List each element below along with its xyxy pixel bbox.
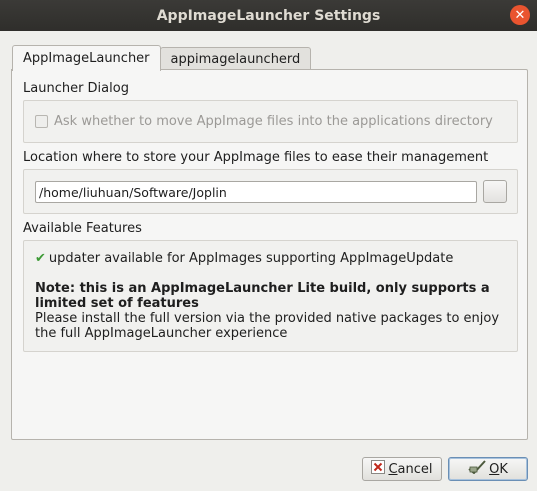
- move-files-checkbox-label: Ask whether to move AppImage files into …: [54, 114, 493, 129]
- location-heading: Location where to store your AppImage fi…: [23, 150, 489, 165]
- features-text: ✔ updater available for AppImages support…: [35, 251, 510, 341]
- ok-icon: [468, 460, 486, 478]
- feature-item: ✔ updater available for AppImages support…: [35, 251, 510, 266]
- ok-button[interactable]: OK: [448, 457, 528, 481]
- tab-label: AppImageLauncher: [23, 51, 150, 66]
- tab-appimagelauncher[interactable]: AppImageLauncher: [12, 45, 161, 71]
- tab-bar: AppImageLauncher appimagelauncherd: [12, 45, 312, 71]
- tab-pane: Launcher Dialog Ask whether to move AppI…: [11, 69, 528, 440]
- cancel-icon: [371, 460, 386, 478]
- close-button[interactable]: ✕: [510, 5, 530, 25]
- move-files-checkbox[interactable]: [35, 115, 48, 128]
- location-path-value: /home/liuhuan/Software/Joplin: [39, 184, 227, 200]
- cancel-button[interactable]: Cancel: [362, 457, 442, 481]
- location-group: /home/liuhuan/Software/Joplin: [23, 169, 518, 214]
- launcher-dialog-heading: Launcher Dialog: [23, 81, 129, 96]
- cancel-label: Cancel: [388, 461, 433, 477]
- full-version-note: Please install the full version via the …: [35, 311, 500, 341]
- ok-label: OK: [489, 461, 508, 477]
- location-path-input[interactable]: /home/liuhuan/Software/Joplin: [35, 181, 477, 203]
- lite-build-note: Note: this is an AppImageLauncher Lite b…: [35, 281, 490, 311]
- move-files-checkbox-row[interactable]: Ask whether to move AppImage files into …: [35, 114, 493, 129]
- features-group: ✔ updater available for AppImages support…: [23, 240, 518, 352]
- feature-item-label: updater available for AppImages supporti…: [48, 251, 454, 266]
- tab-label: appimagelauncherd: [170, 51, 301, 67]
- window-title: AppImageLauncher Settings: [156, 7, 381, 24]
- features-heading: Available Features: [23, 221, 142, 236]
- title-bar: AppImageLauncher Settings ✕: [0, 0, 537, 31]
- tab-appimagelauncherd[interactable]: appimagelauncherd: [159, 47, 312, 70]
- close-icon: ✕: [514, 7, 526, 23]
- checkmark-icon: ✔: [35, 251, 46, 266]
- launcher-dialog-group: Ask whether to move AppImage files into …: [23, 100, 518, 143]
- browse-button[interactable]: [483, 180, 507, 203]
